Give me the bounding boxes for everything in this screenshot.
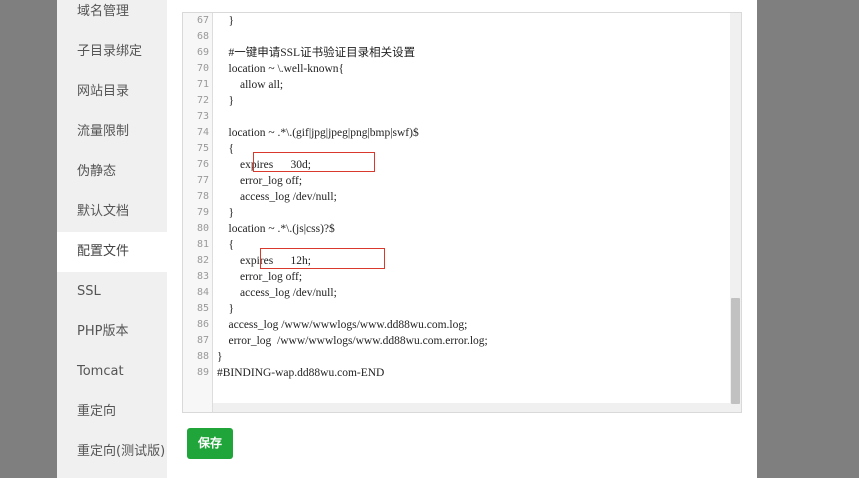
horizontal-scrollbar[interactable]	[213, 403, 732, 412]
sidebar-item-label: 默认文档	[77, 204, 130, 219]
line-number: 84	[196, 287, 209, 298]
code-text: {	[217, 143, 235, 155]
code-text: }	[217, 207, 235, 219]
sidebar-item-config-file[interactable]: 配置文件	[57, 232, 167, 272]
code-text: access_log /www/wwwlogs/www.dd88wu.com.l…	[217, 319, 468, 331]
sidebar-item-label: 配置文件	[77, 244, 130, 259]
site-settings-dialog: 域名管理 子目录绑定 网站目录 流量限制 伪静态 默认文档 配置文件 SSL P…	[57, 0, 757, 478]
sidebar-item-site-directory[interactable]: 网站目录	[57, 72, 167, 112]
sidebar-item-label: 伪静态	[77, 164, 117, 179]
code-text: #一键申请SSL证书验证目录相关设置	[217, 47, 416, 59]
line-number: 73	[196, 111, 209, 122]
expires-12h-highlight-box	[260, 248, 385, 269]
code-text: {	[217, 239, 235, 251]
line-number: 68	[196, 31, 209, 42]
vertical-scrollbar[interactable]	[730, 13, 741, 412]
code-text: allow all;	[217, 79, 284, 91]
code-text: error_log off;	[217, 175, 303, 187]
scrollbar-thumb[interactable]	[731, 298, 740, 404]
code-text: location ~ .*\.(gif|jpg|jpeg|png|bmp|swf…	[217, 127, 419, 139]
line-number: 85	[196, 303, 209, 314]
sidebar-item-label: 重定向	[77, 404, 117, 419]
code-text: access_log /dev/null;	[217, 287, 337, 299]
line-number: 76	[196, 159, 209, 170]
sidebar-item-label: SSL	[77, 284, 101, 299]
sidebar-item-ssl[interactable]: SSL	[57, 272, 167, 312]
sidebar-item-redirect[interactable]: 重定向	[57, 392, 167, 432]
modal-backdrop-right[interactable]	[757, 0, 859, 478]
code-text: location ~ .*\.(js|css)?$	[217, 223, 335, 235]
sidebar-item-label: 重定向(测试版)	[77, 444, 166, 459]
code-text: }	[217, 95, 235, 107]
code-text: }	[217, 351, 223, 363]
sidebar-item-label: 流量限制	[77, 124, 130, 139]
modal-backdrop-left[interactable]	[0, 0, 57, 478]
code-text: error_log /www/wwwlogs/www.dd88wu.com.er…	[217, 335, 488, 347]
line-number: 79	[196, 207, 209, 218]
save-button[interactable]: 保存	[187, 428, 233, 459]
line-number: 67	[196, 15, 209, 26]
line-number: 72	[196, 95, 209, 106]
sidebar-item-subdirectory-binding[interactable]: 子目录绑定	[57, 32, 167, 72]
sidebar-item-label: PHP版本	[77, 324, 129, 339]
settings-sidebar: 域名管理 子目录绑定 网站目录 流量限制 伪静态 默认文档 配置文件 SSL P…	[57, 0, 167, 478]
sidebar-item-label: Tomcat	[77, 364, 124, 379]
line-number: 69	[196, 47, 209, 58]
sidebar-item-rewrite[interactable]: 伪静态	[57, 152, 167, 192]
line-number: 83	[196, 271, 209, 282]
line-number: 75	[196, 143, 209, 154]
code-text: #BINDING-wap.dd88wu.com-END	[217, 367, 385, 379]
sidebar-item-label: 域名管理	[77, 4, 130, 19]
line-number: 71	[196, 79, 209, 90]
sidebar-item-domain-management[interactable]: 域名管理	[57, 0, 167, 32]
line-number: 74	[196, 127, 209, 138]
sidebar-item-traffic-limit[interactable]: 流量限制	[57, 112, 167, 152]
sidebar-item-php-version[interactable]: PHP版本	[57, 312, 167, 352]
line-number: 70	[196, 63, 209, 74]
line-number: 80	[196, 223, 209, 234]
line-number: 87	[196, 335, 209, 346]
config-code-editor[interactable]: 67 } 68 69 #一键申请SSL证书验证目录相关设置 70 locatio…	[182, 12, 742, 413]
code-text: }	[217, 15, 235, 27]
line-number: 82	[196, 255, 209, 266]
code-text: location ~ \.well-known{	[217, 63, 345, 75]
line-number: 78	[196, 191, 209, 202]
expires-30d-highlight-box	[253, 152, 375, 172]
sidebar-item-redirect-beta[interactable]: 重定向(测试版)	[57, 432, 167, 472]
line-number: 89	[196, 367, 209, 378]
line-number: 77	[196, 175, 209, 186]
code-text: }	[217, 303, 235, 315]
code-text: access_log /dev/null;	[217, 191, 337, 203]
sidebar-item-label: 网站目录	[77, 84, 130, 99]
code-text: error_log off;	[217, 271, 303, 283]
sidebar-item-tomcat[interactable]: Tomcat	[57, 352, 167, 392]
sidebar-item-default-document[interactable]: 默认文档	[57, 192, 167, 232]
line-number: 86	[196, 319, 209, 330]
line-number: 81	[196, 239, 209, 250]
line-number: 88	[196, 351, 209, 362]
sidebar-item-label: 子目录绑定	[77, 44, 143, 59]
